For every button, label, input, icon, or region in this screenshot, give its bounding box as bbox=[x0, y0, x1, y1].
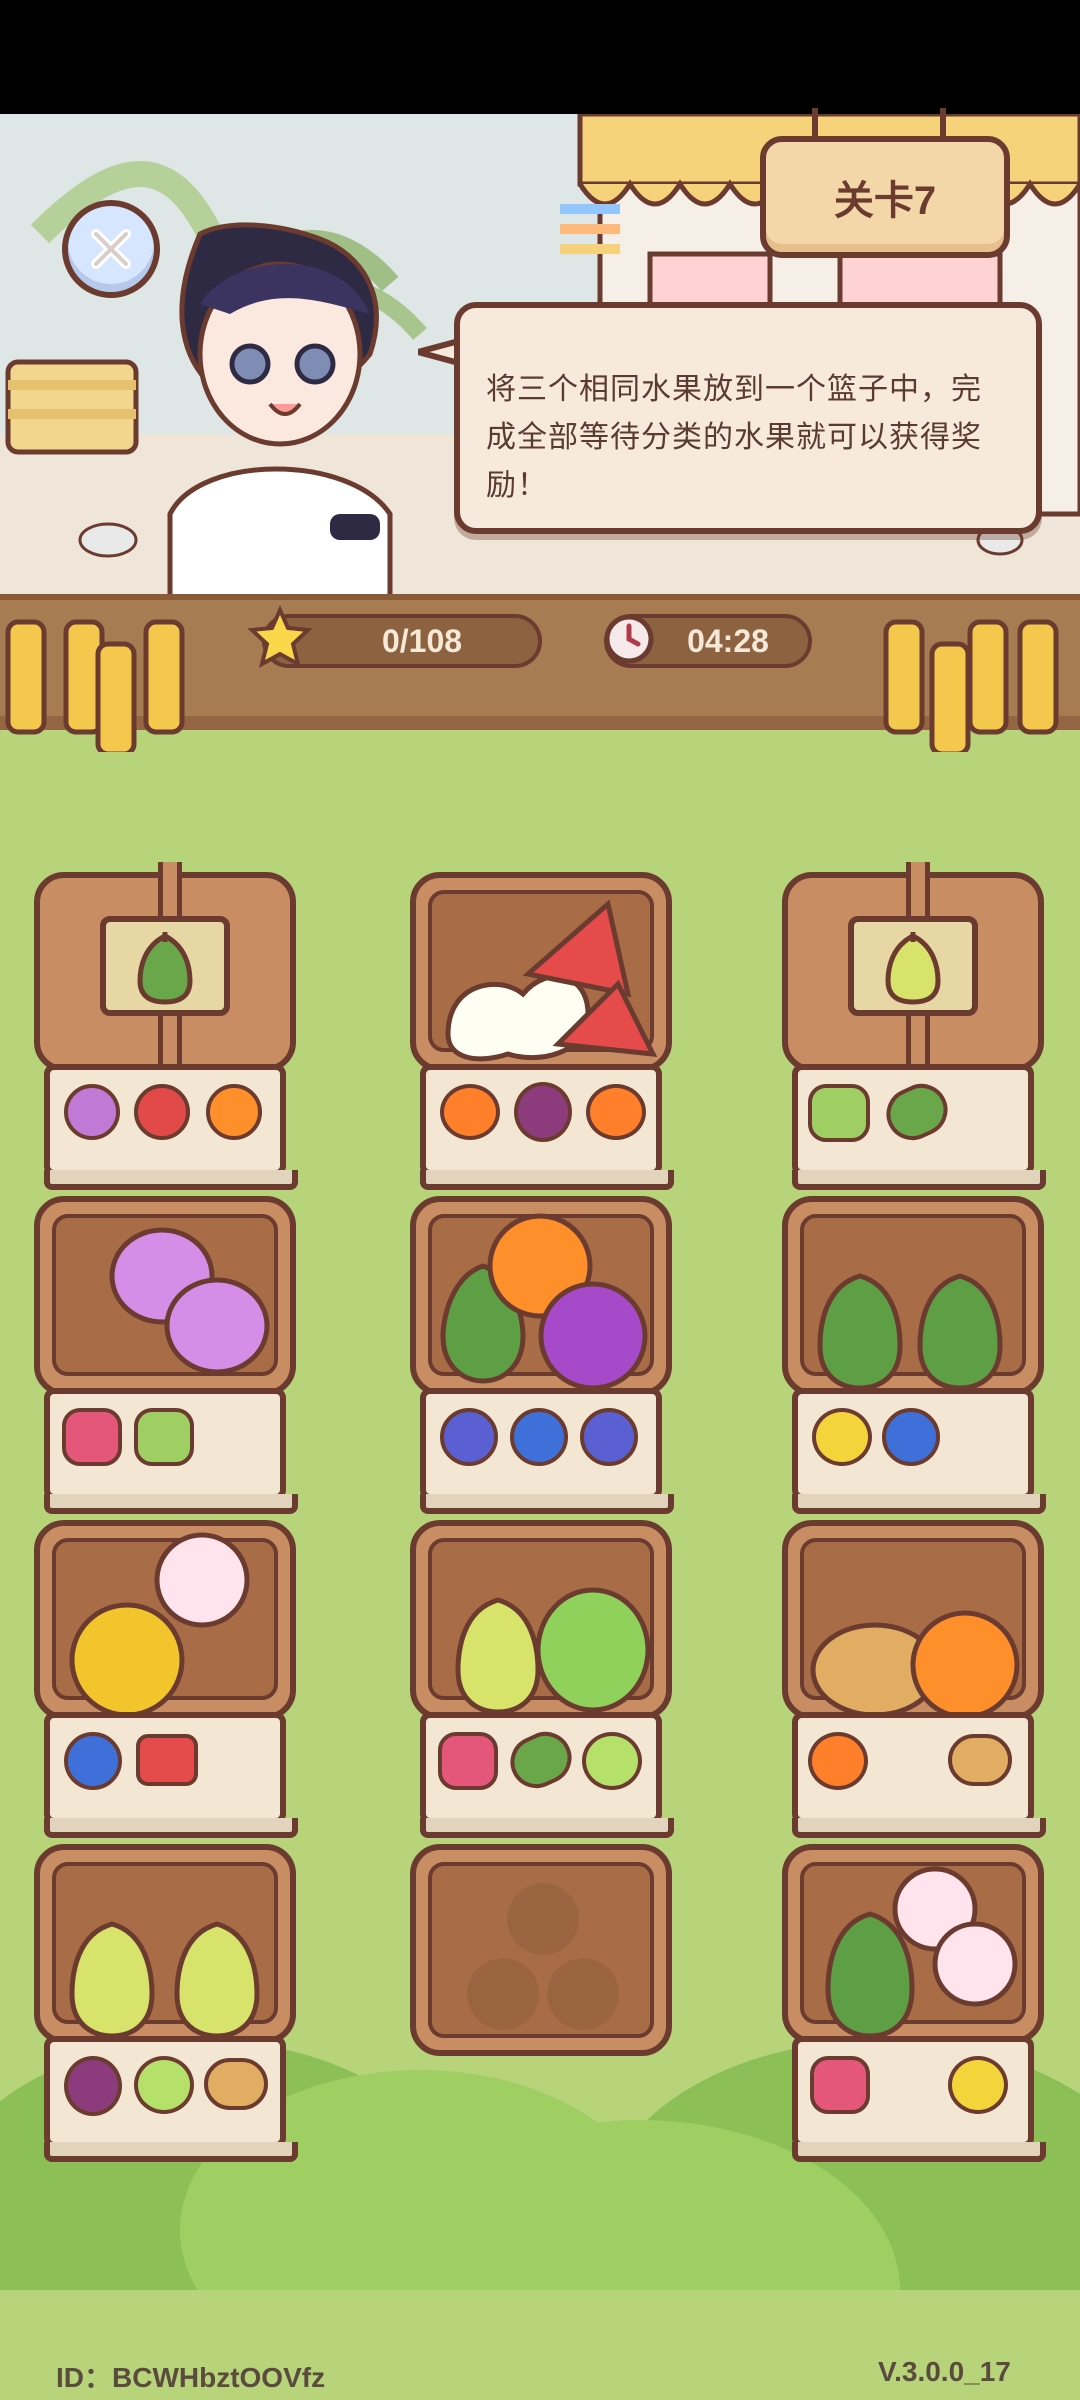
grapes-icon bbox=[134, 1408, 194, 1466]
orange-icon bbox=[206, 1084, 262, 1140]
plum-icon bbox=[514, 1082, 572, 1142]
star-icon bbox=[248, 605, 312, 668]
pomegranate-icon bbox=[134, 1084, 190, 1140]
basket-contents bbox=[817, 1273, 1003, 1391]
melon-icon bbox=[134, 2056, 194, 2114]
persimmon-icon bbox=[808, 1732, 868, 1790]
level-plaque: 关卡7 bbox=[760, 136, 1010, 258]
player-id: ID：BCWHbztOOVfz bbox=[56, 2362, 326, 2393]
persimmon-icon bbox=[440, 1084, 500, 1140]
bread-icon bbox=[204, 2058, 268, 2110]
raspberry-icon bbox=[438, 1732, 498, 1790]
close-button[interactable] bbox=[62, 200, 160, 298]
basket-contents bbox=[445, 899, 658, 1062]
close-icon bbox=[91, 229, 131, 269]
lid-preview-card bbox=[100, 916, 230, 1016]
level-rope-left bbox=[812, 108, 818, 136]
score-value: 0/108 bbox=[381, 622, 463, 659]
clock-icon bbox=[604, 614, 654, 664]
raspberry-icon bbox=[810, 2056, 870, 2114]
blackberry-icon bbox=[580, 1408, 638, 1466]
hint-text: 将三个相同水果放到一个篮子中，完成全部等待分类的水果就可以获得奖励！ bbox=[486, 373, 982, 502]
blueberry-icon bbox=[882, 1408, 940, 1466]
timer-value: 04:28 bbox=[687, 622, 769, 659]
blueberry-icon bbox=[510, 1408, 568, 1466]
grapes-icon bbox=[808, 1084, 870, 1142]
pear-dark-icon bbox=[137, 932, 193, 1005]
basket-contents bbox=[109, 1227, 270, 1375]
bread-icon bbox=[948, 1734, 1012, 1786]
fence-left bbox=[5, 619, 185, 752]
apple-yellow-icon bbox=[948, 2056, 1008, 2114]
level-rope-right bbox=[940, 108, 946, 136]
basket-contents bbox=[69, 1532, 250, 1718]
status-bar-area bbox=[0, 0, 1080, 114]
basket-contents bbox=[825, 1866, 1018, 2039]
apple-yellow-icon bbox=[812, 1408, 872, 1466]
raspberry-icon bbox=[62, 1408, 122, 1466]
fence-right bbox=[883, 619, 1059, 752]
basket-contents bbox=[455, 1587, 651, 1715]
persimmon-icon bbox=[586, 1084, 646, 1140]
pear-yellow-icon bbox=[885, 932, 941, 1005]
plum-icon bbox=[64, 2056, 122, 2116]
level-label: 关卡7 bbox=[833, 179, 937, 223]
onion-icon bbox=[64, 1084, 120, 1140]
blackberry-icon bbox=[440, 1408, 498, 1466]
basket-empty-slots bbox=[467, 1883, 619, 2030]
watermelon-icon bbox=[136, 1734, 198, 1786]
melon-icon bbox=[582, 1732, 642, 1790]
basket-contents bbox=[440, 1213, 648, 1391]
version-label: V.3.0.0_17 bbox=[878, 2356, 1011, 2387]
basket-contents bbox=[69, 1921, 260, 2039]
lid-preview-card bbox=[848, 916, 978, 1016]
basket-contents bbox=[810, 1610, 1020, 1720]
blueberry-icon bbox=[64, 1732, 122, 1790]
